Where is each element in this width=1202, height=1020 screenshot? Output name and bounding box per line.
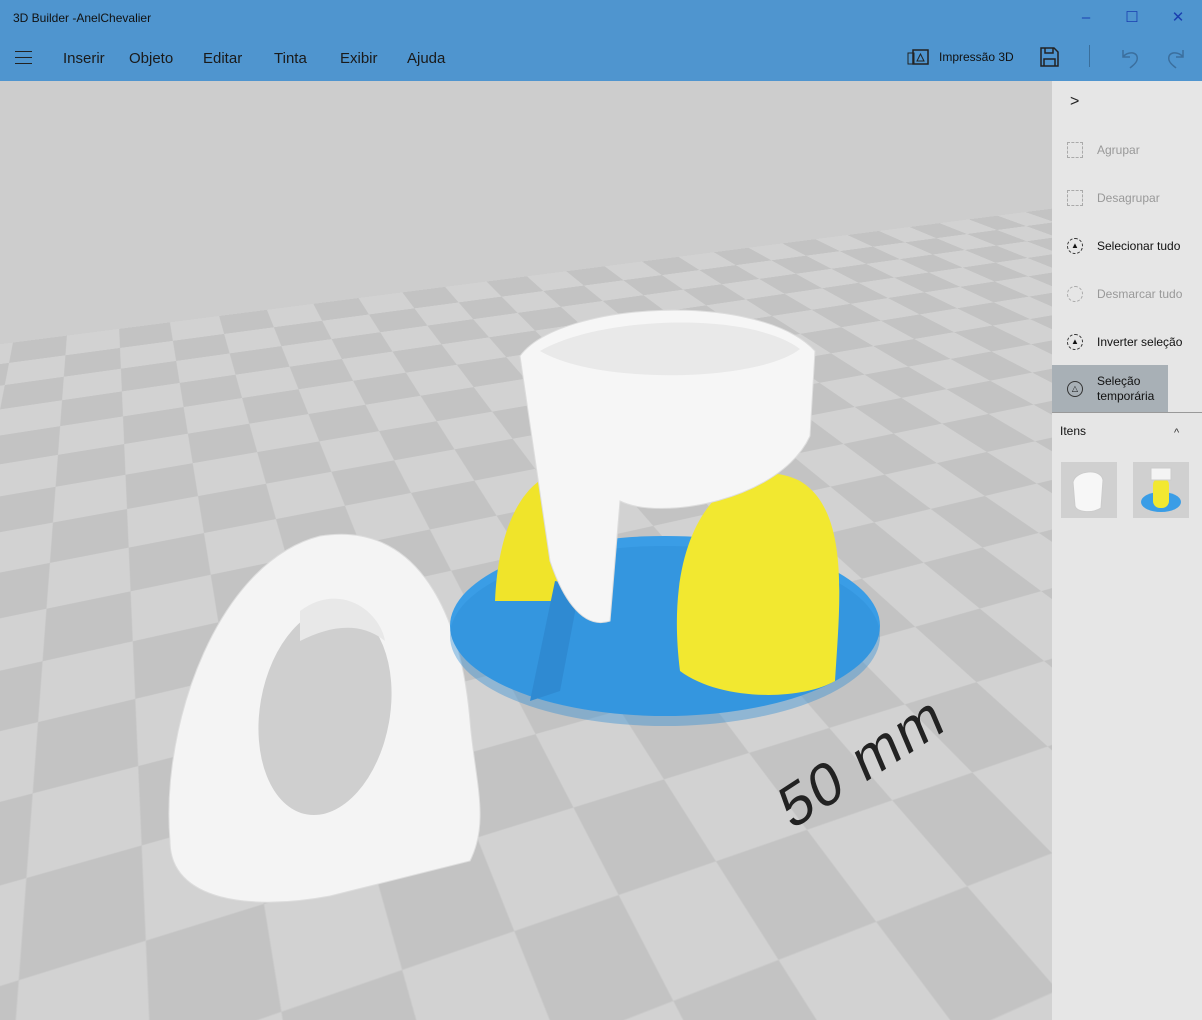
menu-exibir[interactable]: Exibir	[340, 50, 378, 67]
temporary-selection-icon: △	[1067, 381, 1083, 397]
group-icon	[1067, 142, 1083, 158]
menu-bar: Inserir Objeto Editar Tinta Exibir Ajuda…	[0, 36, 1202, 81]
invert-selection-label: Inverter seleção	[1097, 335, 1183, 349]
select-all-icon: ▲	[1067, 238, 1083, 254]
group-label: Agrupar	[1097, 143, 1140, 157]
redo-icon[interactable]	[1165, 47, 1187, 69]
3d-viewport[interactable]: 50 mm	[0, 81, 1052, 1020]
item-thumbnail-stand[interactable]	[1133, 462, 1189, 518]
invert-selection-button[interactable]: ▲ Inverter seleção	[1052, 318, 1202, 366]
side-panel: > Agrupar Desagrupar ▲ Selecionar tudo De…	[1052, 81, 1202, 1020]
ungroup-label: Desagrupar	[1097, 191, 1160, 205]
save-icon[interactable]	[1040, 47, 1059, 67]
hamburger-menu-icon[interactable]	[15, 51, 32, 64]
close-button[interactable]: ✕	[1158, 6, 1198, 30]
ring-object[interactable]	[168, 533, 481, 903]
select-all-label: Selecionar tudo	[1097, 239, 1181, 253]
deselect-all-icon	[1067, 286, 1083, 302]
invert-selection-icon: ▲	[1067, 334, 1083, 350]
divider	[1089, 45, 1090, 67]
menu-ajuda[interactable]: Ajuda	[407, 50, 445, 67]
scene-objects	[168, 309, 880, 903]
undo-icon[interactable]	[1119, 47, 1141, 69]
print-3d-icon	[907, 49, 929, 65]
print-3d-label: Impressão 3D	[939, 50, 1014, 64]
select-all-button[interactable]: ▲ Selecionar tudo	[1052, 222, 1202, 270]
maximize-button[interactable]: ☐	[1112, 6, 1152, 30]
ungroup-button[interactable]: Desagrupar	[1052, 174, 1202, 222]
collapse-panel-button[interactable]: >	[1070, 93, 1079, 111]
title-bar: 3D Builder -AnelChevalier – ☐ ✕	[0, 0, 1202, 36]
temporary-selection-label: Seleção temporária	[1097, 374, 1155, 403]
menu-editar[interactable]: Editar	[203, 50, 242, 67]
temporary-selection-button[interactable]: △ Seleção temporária	[1052, 365, 1168, 413]
ungroup-icon	[1067, 190, 1083, 206]
item-thumbnail-ring[interactable]	[1061, 462, 1117, 518]
minimize-button[interactable]: –	[1066, 6, 1106, 30]
divider	[1052, 412, 1202, 413]
items-header: Itens	[1060, 424, 1087, 438]
deselect-all-button[interactable]: Desmarcar tudo	[1052, 270, 1202, 318]
group-button[interactable]: Agrupar	[1052, 126, 1202, 174]
window-title: 3D Builder -AnelChevalier	[13, 11, 152, 25]
stand-object[interactable]	[450, 309, 880, 726]
items-collapse-toggle[interactable]: ^	[1174, 427, 1179, 439]
menu-objeto[interactable]: Objeto	[129, 50, 173, 67]
deselect-all-label: Desmarcar tudo	[1097, 287, 1183, 301]
print-3d-button[interactable]: Impressão 3D	[907, 48, 1014, 66]
menu-inserir[interactable]: Inserir	[63, 50, 105, 67]
menu-tinta[interactable]: Tinta	[274, 50, 307, 67]
